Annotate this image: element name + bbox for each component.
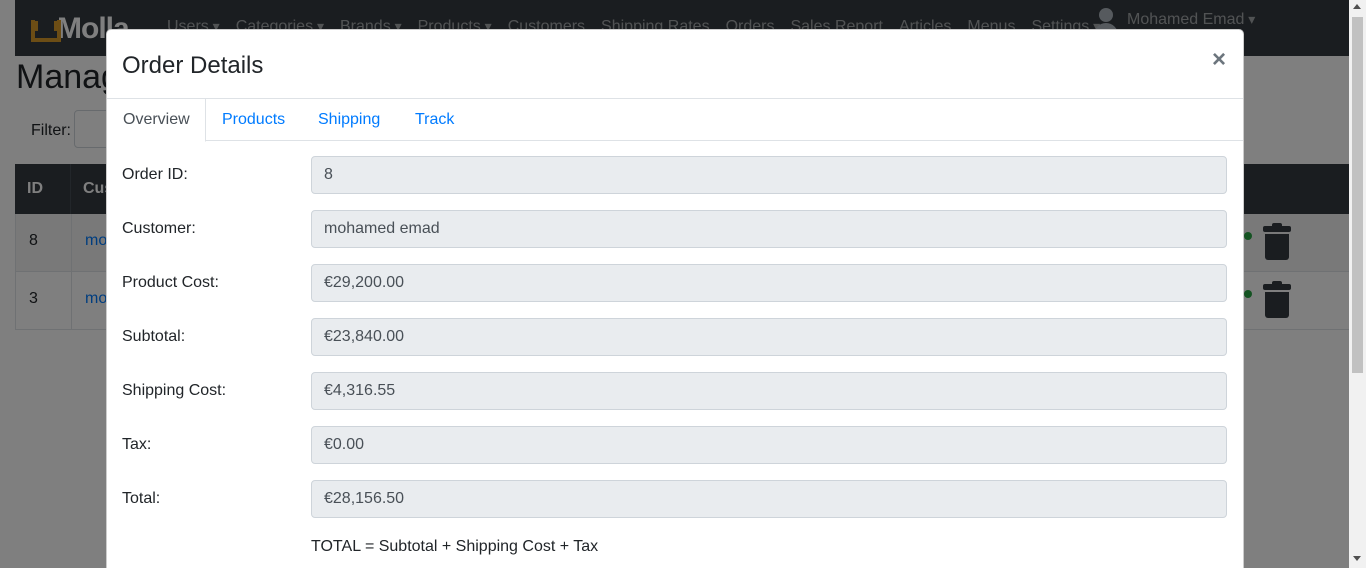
page-scrollbar[interactable] xyxy=(1349,0,1366,568)
customer-field[interactable] xyxy=(311,210,1227,248)
customer-row: Customer: xyxy=(122,210,1228,248)
total-formula-text: TOTAL = Subtotal + Shipping Cost + Tax xyxy=(311,538,599,555)
tax-row: Tax: xyxy=(122,426,1228,464)
close-button[interactable]: × xyxy=(1207,48,1231,72)
subtotal-label: Subtotal: xyxy=(122,328,186,345)
scrollbar-thumb[interactable] xyxy=(1352,17,1363,373)
product-cost-label: Product Cost: xyxy=(122,274,219,291)
scroll-down-arrow-icon[interactable] xyxy=(1353,556,1361,561)
modal-header: Order Details × xyxy=(107,30,1243,99)
total-row: Total: xyxy=(122,480,1228,518)
product-cost-row: Product Cost: xyxy=(122,264,1228,302)
tab-overview[interactable]: Overview xyxy=(107,99,206,142)
customer-label: Customer: xyxy=(122,220,196,237)
subtotal-row: Subtotal: xyxy=(122,318,1228,356)
order-id-row: Order ID: xyxy=(122,156,1228,194)
total-label: Total: xyxy=(122,490,161,507)
modal-title: Order Details xyxy=(122,52,264,79)
tax-field[interactable] xyxy=(311,426,1227,464)
product-cost-field[interactable] xyxy=(311,264,1227,302)
order-id-label: Order ID: xyxy=(122,166,188,183)
tab-shipping[interactable]: Shipping xyxy=(302,99,396,141)
shipping-cost-field[interactable] xyxy=(311,372,1227,410)
order-id-field[interactable] xyxy=(311,156,1227,194)
shipping-cost-row: Shipping Cost: xyxy=(122,372,1228,410)
tab-track[interactable]: Track xyxy=(399,99,470,141)
subtotal-field[interactable] xyxy=(311,318,1227,356)
tab-products[interactable]: Products xyxy=(206,99,301,141)
scroll-up-arrow-icon[interactable] xyxy=(1353,4,1361,9)
tax-label: Tax: xyxy=(122,436,152,453)
shipping-cost-label: Shipping Cost: xyxy=(122,382,227,399)
order-details-modal: Order Details × Overview Products Shippi… xyxy=(106,29,1244,568)
modal-tabs: Overview Products Shipping Track xyxy=(107,99,1243,142)
total-field[interactable] xyxy=(311,480,1227,518)
